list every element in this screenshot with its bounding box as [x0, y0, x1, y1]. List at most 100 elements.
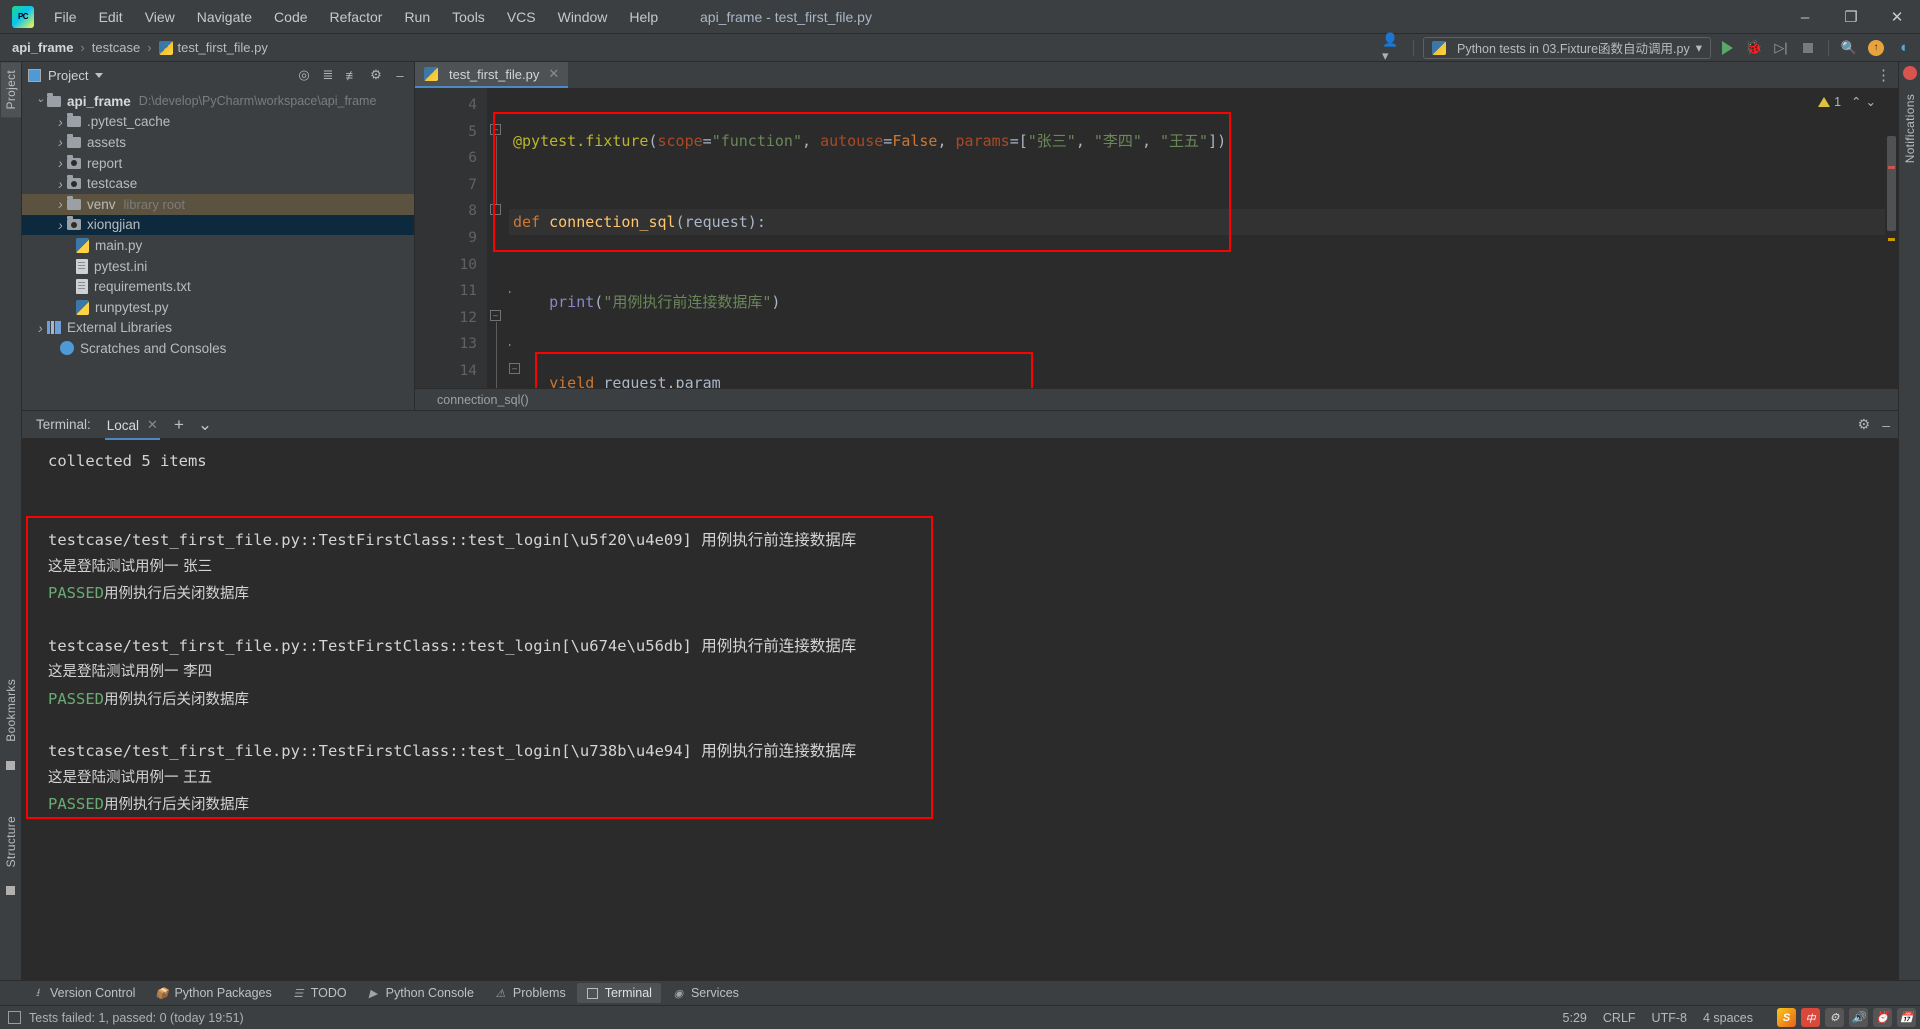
tree-node-venv[interactable]: venv library root	[22, 193, 414, 215]
expand-all-icon[interactable]: ≣	[318, 65, 338, 85]
menu-vcs[interactable]: VCS	[497, 4, 546, 30]
collapse-all-icon[interactable]: ≢	[342, 65, 362, 85]
sogou-icon[interactable]: S	[1777, 1008, 1796, 1027]
chevron-up-icon: ⌃	[1851, 95, 1862, 109]
close-icon[interactable]: ✕	[147, 417, 158, 433]
editor-tab-test-first-file[interactable]: test_first_file.py ✕	[415, 62, 569, 88]
chevron-down-icon[interactable]	[95, 72, 104, 78]
bottom-tab-services[interactable]: ◉ Services	[663, 983, 748, 1003]
stop-icon[interactable]	[1797, 37, 1819, 59]
tree-node-assets[interactable]: assets	[22, 132, 414, 153]
project-panel-title-group[interactable]: Project	[28, 68, 104, 83]
clock-icon[interactable]: ⏰	[1873, 1008, 1892, 1027]
tree-node-testcase[interactable]: testcase	[22, 173, 414, 194]
inspection-status[interactable]: 1 ⌃ ⌄	[1818, 94, 1876, 109]
chevron-right-icon[interactable]	[54, 196, 67, 212]
tree-node-runpytest-py[interactable]: runpytest.py	[22, 297, 414, 318]
menu-window[interactable]: Window	[548, 4, 618, 30]
hide-panel-icon[interactable]: –	[390, 65, 410, 85]
run-icon[interactable]	[1716, 37, 1738, 59]
error-stripe-mark[interactable]	[1888, 166, 1895, 169]
tree-node-scratches[interactable]: Scratches and Consoles	[22, 338, 414, 359]
bottom-tab-problems[interactable]: ⚠ Problems	[485, 983, 575, 1003]
chevron-right-icon[interactable]	[54, 176, 67, 192]
settings-tray-icon[interactable]: ⚙	[1825, 1008, 1844, 1027]
volume-icon[interactable]: 🔊	[1849, 1008, 1868, 1027]
menu-help[interactable]: Help	[619, 4, 668, 30]
tree-node-api-frame[interactable]: api_frame D:\develop\PyCharm\workspace\a…	[22, 91, 414, 112]
tree-node-xiongjian[interactable]: xiongjian	[22, 214, 414, 236]
fold-minus-icon[interactable]: –	[490, 124, 501, 135]
chevron-down-icon[interactable]	[34, 95, 47, 108]
fold-minus-icon[interactable]: –	[490, 310, 501, 321]
chevron-right-icon[interactable]	[54, 155, 67, 171]
scrollbar-thumb[interactable]	[1887, 136, 1896, 231]
chevron-down-icon[interactable]: ⌄	[198, 416, 212, 433]
terminal-tab-local[interactable]: Local ✕	[104, 413, 160, 440]
code-text[interactable]: @pytest.fixture(scope="function", autous…	[509, 88, 1898, 388]
tool-tab-notifications[interactable]: Notifications	[1900, 86, 1920, 171]
chevron-right-icon[interactable]	[54, 134, 67, 150]
breadcrumb-testcase[interactable]: testcase	[92, 40, 140, 55]
debug-icon[interactable]: 🐞	[1743, 37, 1765, 59]
bottom-tab-version-control[interactable]: ⭳ Version Control	[22, 983, 144, 1003]
hide-panel-icon[interactable]: –	[1882, 417, 1890, 433]
tree-node-requirements-txt[interactable]: requirements.txt	[22, 276, 414, 297]
update-icon[interactable]: ↑	[1865, 37, 1887, 59]
menu-view[interactable]: View	[135, 4, 185, 30]
tree-node-main-py[interactable]: main.py	[22, 235, 414, 256]
new-terminal-icon[interactable]: +	[174, 416, 184, 433]
calendar-icon[interactable]: 📅	[1897, 1008, 1916, 1027]
coverage-icon[interactable]: ▷|	[1770, 37, 1792, 59]
tree-node-pytest-cache[interactable]: .pytest_cache	[22, 112, 414, 133]
bottom-tab-terminal[interactable]: Terminal	[576, 983, 661, 1003]
caret-position[interactable]: 5:29	[1563, 1011, 1587, 1025]
close-tab-icon[interactable]: ✕	[548, 66, 559, 82]
tool-tab-bookmarks[interactable]: Bookmarks	[1, 671, 21, 750]
warning-stripe-mark[interactable]	[1888, 238, 1895, 241]
bottom-tab-todo[interactable]: ☰ TODO	[283, 983, 356, 1003]
minimize-button[interactable]: –	[1782, 0, 1828, 34]
menu-refactor[interactable]: Refactor	[320, 4, 393, 30]
close-button[interactable]: ✕	[1874, 0, 1920, 34]
menu-navigate[interactable]: Navigate	[187, 4, 262, 30]
menu-tools[interactable]: Tools	[442, 4, 495, 30]
editor-scrollbar[interactable]	[1885, 88, 1898, 388]
tool-tab-structure[interactable]: Structure	[1, 808, 21, 875]
indent-setting[interactable]: 4 spaces	[1703, 1011, 1753, 1025]
tree-node-report[interactable]: report	[22, 153, 414, 174]
breadcrumb-project[interactable]: api_frame	[12, 40, 73, 55]
locate-icon[interactable]: ◎	[294, 65, 314, 85]
terminal-output[interactable]: collected 5 items testcase/test_first_fi…	[22, 438, 1898, 980]
tree-node-pytest-ini[interactable]: pytest.ini	[22, 256, 414, 277]
notification-badge-icon[interactable]	[1902, 66, 1917, 80]
editor-options-icon[interactable]: ⋮	[1876, 66, 1892, 84]
menu-run[interactable]: Run	[394, 4, 440, 30]
bottom-tab-python-console[interactable]: ▶ Python Console	[358, 983, 483, 1003]
gear-icon[interactable]: ⚙	[1858, 416, 1871, 433]
chevron-right-icon[interactable]	[34, 320, 47, 336]
bottom-tab-python-packages[interactable]: 📦 Python Packages	[146, 983, 280, 1003]
chevron-right-icon[interactable]	[54, 114, 67, 130]
ide-icon[interactable]: ◖	[1892, 37, 1914, 59]
breadcrumb-file[interactable]: test_first_file.py	[158, 40, 268, 55]
center-column: Project ◎ ≣ ≢ ⚙ – ⌄ api_frame D:\develop…	[22, 62, 1898, 980]
fold-end-icon[interactable]	[490, 204, 501, 215]
user-icon[interactable]: 👤▾	[1382, 32, 1404, 63]
menu-file[interactable]: File	[44, 4, 87, 30]
file-encoding[interactable]: UTF-8	[1652, 1011, 1687, 1025]
menu-code[interactable]: Code	[264, 4, 317, 30]
tool-tab-project[interactable]: Project	[0, 62, 21, 118]
maximize-button[interactable]: ❐	[1828, 0, 1874, 34]
tree-node-external-libraries[interactable]: External Libraries	[22, 318, 414, 339]
line-separator[interactable]: CRLF	[1603, 1011, 1636, 1025]
chevron-right-icon[interactable]	[54, 217, 67, 233]
search-icon[interactable]: 🔍	[1838, 37, 1860, 59]
editor-breadcrumb[interactable]: connection_sql()	[415, 388, 1898, 410]
menu-edit[interactable]: Edit	[89, 4, 133, 30]
line-number: 11	[459, 283, 477, 300]
ime-chinese-icon[interactable]: 中	[1801, 1008, 1820, 1027]
settings-icon[interactable]: ⚙	[366, 65, 386, 85]
run-configuration-selector[interactable]: Python tests in 03.Fixture函数自动调用.py ▾	[1423, 36, 1711, 59]
python-file-icon	[158, 40, 173, 55]
